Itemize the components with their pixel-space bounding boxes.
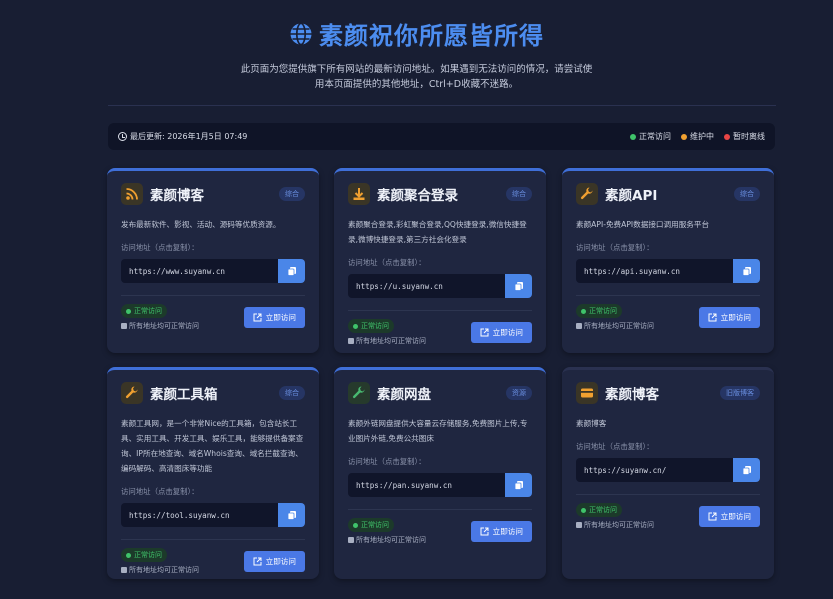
availability-note: 所有地址均可正常访问 [348,535,426,545]
card-icon [576,382,598,404]
category-tag: 综合 [279,187,305,201]
card-description: 素颜博客 [576,419,607,428]
copy-icon [514,282,523,291]
copy-icon [514,481,523,490]
status-dot-icon [724,133,730,140]
external-link-icon [253,557,262,566]
copy-icon [742,466,751,475]
card-title: 素颜工具箱 [150,387,218,403]
external-link-icon [253,313,262,322]
external-link-icon [480,527,489,536]
page-header: 素颜祝你所愿皆所得 此页面为您提供旗下所有网站的最新访问地址。如果遇到无法访问的… [0,0,833,92]
wrench-icon [576,183,598,205]
card-title: 素颜网盘 [377,387,431,403]
status-badge: 正常访问 [348,518,394,532]
visit-button[interactable]: 立即访问 [698,506,760,527]
card-title: 素颜博客 [605,387,659,403]
download-icon [348,183,370,205]
visit-button[interactable]: 立即访问 [243,307,305,328]
card-description: 发布最新软件、影视、活动、源码等优质资源。 [121,220,281,229]
last-updated: 最后更新: 2026年1月5日 07:49 [118,131,247,142]
visit-button[interactable]: 立即访问 [698,307,760,328]
status-bar: 最后更新: 2026年1月5日 07:49 正常访问 维护中 暂时离线 [108,123,775,150]
availability-note: 所有地址均可正常访问 [348,336,426,346]
status-dot-icon [630,133,636,140]
address-field[interactable]: https://api.suyanw.cn [576,259,733,283]
status-badge: 正常访问 [121,548,167,562]
legend-item-ok: 正常访问 [630,131,671,142]
site-card: 素颜博客 旧版博客 素颜博客 访问地址（点击复制）： https://suyan… [562,367,774,579]
globe-icon [290,22,312,45]
address-label: 访问地址（点击复制）： [121,243,199,252]
copy-button[interactable] [733,458,760,482]
availability-note: 所有地址均可正常访问 [576,321,654,331]
copy-button[interactable] [505,473,532,497]
availability-note: 所有地址均可正常访问 [576,520,654,530]
card-title: 素颜API [605,188,658,204]
copy-button[interactable] [505,274,532,298]
address-label: 访问地址（点击复制）： [576,243,654,252]
card-description: 素颜聚合登录,彩虹聚合登录,QQ快捷登录,微信快捷登录,微博快捷登录,第三方社会… [348,220,527,244]
divider [108,105,776,106]
visit-button[interactable]: 立即访问 [243,551,305,572]
copy-button[interactable] [278,259,305,283]
card-description: 素颜工具网，是一个非常Nice的工具箱，包含站长工具、实用工具、开发工具、娱乐工… [121,419,304,473]
card-description: 素颜外链网盘提供大容量云存储服务,免费图片上传,专业图片外链,免费公共图床 [348,419,528,443]
category-tag: 综合 [279,386,305,400]
copy-icon [287,267,296,276]
address-label: 访问地址（点击复制）： [121,487,199,496]
page-subtitle: 此页面为您提供旗下所有网站的最新访问地址。如果遇到无法访问的情况，请尝试使用本页… [240,64,593,90]
category-tag: 旧版博客 [720,386,760,400]
category-tag: 综合 [506,187,532,201]
site-card: 素颜工具箱 综合 素颜工具网，是一个非常Nice的工具箱，包含站长工具、实用工具… [107,367,319,579]
rss-icon [121,183,143,205]
category-tag: 资源 [506,386,532,400]
external-link-icon [480,328,489,337]
site-card: 素颜网盘 资源 素颜外链网盘提供大容量云存储服务,免费图片上传,专业图片外链,免… [334,367,546,579]
card-description: 素颜API-免费API数据接口调用服务平台 [576,220,710,229]
address-field[interactable]: https://u.suyanw.cn [348,274,505,298]
category-tag: 综合 [734,187,760,201]
availability-note: 所有地址均可正常访问 [121,321,199,331]
address-field[interactable]: https://www.suyanw.cn [121,259,278,283]
card-title: 素颜博客 [150,188,204,204]
availability-note: 所有地址均可正常访问 [121,565,199,575]
site-card: 素颜聚合登录 综合 素颜聚合登录,彩虹聚合登录,QQ快捷登录,微信快捷登录,微博… [334,168,546,353]
address-field[interactable]: https://suyanw.cn/ [576,458,733,482]
status-badge: 正常访问 [121,304,167,318]
wrench-icon [348,382,370,404]
status-dot-icon [681,133,687,140]
clock-icon [118,132,127,141]
card-title: 素颜聚合登录 [377,188,458,204]
external-link-icon [708,512,717,521]
legend-item-offline: 暂时离线 [724,131,765,142]
visit-button[interactable]: 立即访问 [470,521,532,542]
address-field[interactable]: https://tool.suyanw.cn [121,503,278,527]
status-legend: 正常访问 维护中 暂时离线 [630,131,765,142]
copy-icon [742,267,751,276]
copy-button[interactable] [733,259,760,283]
visit-button[interactable]: 立即访问 [470,322,532,343]
address-label: 访问地址（点击复制）： [348,457,426,466]
address-label: 访问地址（点击复制）： [576,442,654,451]
copy-icon [287,511,296,520]
site-card: 素颜博客 综合 发布最新软件、影视、活动、源码等优质资源。 访问地址（点击复制）… [107,168,319,353]
site-card: 素颜API 综合 素颜API-免费API数据接口调用服务平台 访问地址（点击复制… [562,168,774,353]
wrench-icon [121,382,143,404]
status-badge: 正常访问 [348,319,394,333]
status-badge: 正常访问 [576,503,622,517]
status-badge: 正常访问 [576,304,622,318]
copy-button[interactable] [278,503,305,527]
address-label: 访问地址（点击复制）： [348,258,426,267]
address-field[interactable]: https://pan.suyanw.cn [348,473,505,497]
legend-item-maintenance: 维护中 [681,131,714,142]
external-link-icon [708,313,717,322]
page-title: 素颜祝你所愿皆所得 [289,16,544,51]
